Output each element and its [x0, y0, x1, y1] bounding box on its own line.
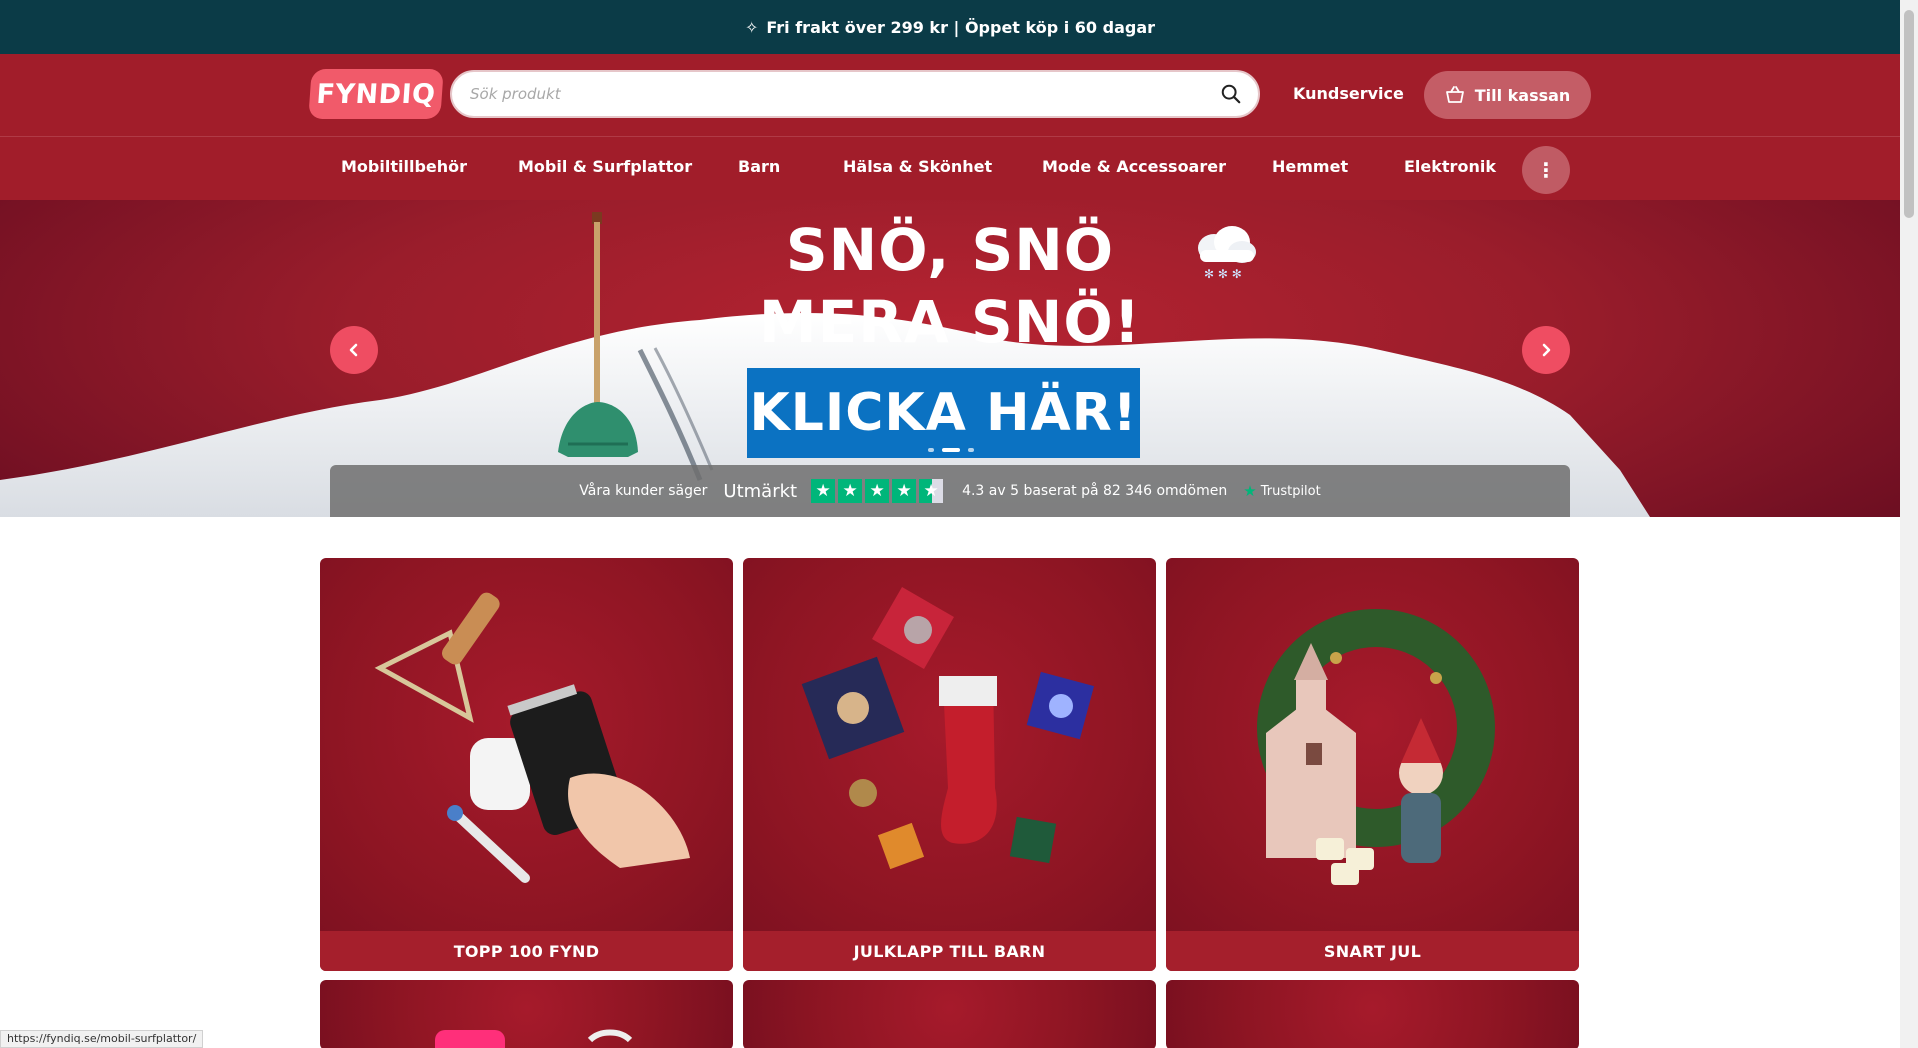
category-card-row2-3[interactable]	[1166, 980, 1579, 1048]
chevron-right-icon	[1542, 343, 1551, 357]
page: ✧ Fri frakt över 299 kr | Öppet köp i 60…	[0, 0, 1918, 1048]
carousel-dots	[924, 448, 984, 454]
trustpilot-rating-word: Utmärkt	[723, 480, 798, 502]
category-card-label: TOPP 100 FYND	[320, 931, 733, 971]
nav-item-barn[interactable]: Barn	[738, 157, 780, 176]
carousel-dot-1[interactable]	[928, 448, 934, 452]
svg-text:✻ ✻ ✻: ✻ ✻ ✻	[1204, 267, 1242, 281]
page-scrollbar[interactable]	[1900, 0, 1918, 1048]
nav-item-mobiltillbehor[interactable]: Mobiltillbehör	[341, 157, 467, 176]
basket-icon	[1445, 86, 1464, 103]
checkout-label: Till kassan	[1474, 85, 1571, 105]
star-icon: ★	[811, 479, 836, 503]
nav-item-mobil-surfplattor[interactable]: Mobil & Surfplattor	[518, 157, 692, 176]
category-card-julklapp-till-barn[interactable]: JULKLAPP TILL BARN	[743, 558, 1156, 971]
snow-cloud-icon: ✻ ✻ ✻	[1198, 226, 1256, 281]
trustpilot-star-icon: ★	[1243, 482, 1257, 500]
site-header: FYNDIQ Kundservice Till kassan Mobiltill…	[0, 54, 1900, 200]
carousel-dot-3[interactable]	[968, 448, 974, 452]
search-bar	[450, 70, 1260, 118]
trustpilot-brand-label: Trustpilot	[1260, 483, 1321, 499]
hero-cta-button[interactable]: KLICKA HÄR!	[747, 368, 1140, 458]
category-card-topp-100-fynd[interactable]: TOPP 100 FYND	[320, 558, 733, 971]
carousel-next-button[interactable]	[1522, 326, 1570, 374]
phone-accessories-image	[435, 1029, 633, 1048]
scrollbar-thumb[interactable]	[1904, 10, 1914, 218]
trustpilot-brand: ★ Trustpilot	[1243, 482, 1320, 500]
fyndiq-logo[interactable]: FYNDIQ	[308, 69, 444, 119]
christmas-decor-image	[1257, 609, 1495, 885]
carousel-dot-2[interactable]	[942, 448, 960, 452]
more-menu-button[interactable]: ⋮	[1522, 146, 1570, 194]
trustpilot-stars: ★ ★ ★ ★ ★	[811, 479, 946, 503]
search-icon[interactable]	[1220, 83, 1242, 105]
nav-item-halsa-skonhet[interactable]: Hälsa & Skönhet	[843, 157, 992, 176]
hero-title-line2: MERA SNÖ!	[758, 288, 1142, 356]
category-card-row2-2[interactable]	[743, 980, 1156, 1048]
carousel-prev-button[interactable]	[330, 326, 378, 374]
chevron-left-icon	[349, 343, 358, 357]
half-star-icon: ★	[919, 479, 944, 503]
category-card-label: SNART JUL	[1166, 931, 1579, 971]
snow-shovel-image	[558, 212, 638, 457]
sparkle-icon: ✧	[744, 17, 759, 37]
star-icon: ★	[892, 479, 917, 503]
customer-service-link[interactable]: Kundservice	[1293, 84, 1404, 103]
christmas-gifts-image	[801, 587, 1095, 870]
category-card-snart-jul[interactable]: SNART JUL	[1166, 558, 1579, 971]
status-url: https://fyndiq.se/mobil-surfplattor/	[0, 1030, 204, 1048]
hero-banner[interactable]: SNÖ, SNÖ MERA SNÖ! ✻ ✻ ✻ KLICKA HÄR! Vår…	[0, 200, 1900, 517]
star-icon: ★	[865, 479, 890, 503]
hero-title: SNÖ, SNÖ MERA SNÖ!	[700, 214, 1200, 358]
gadgets-image	[374, 592, 690, 883]
hero-title-line1: SNÖ, SNÖ	[785, 216, 1115, 284]
star-icon: ★	[838, 479, 863, 503]
nav-item-elektronik[interactable]: Elektronik	[1404, 157, 1496, 176]
search-input[interactable]	[470, 72, 1190, 116]
trustpilot-summary: 4.3 av 5 baserat på 82 346 omdömen	[962, 483, 1228, 499]
checkout-button[interactable]: Till kassan	[1424, 71, 1591, 119]
category-nav: Mobiltillbehör Mobil & Surfplattor Barn …	[0, 136, 1900, 200]
trustpilot-bar[interactable]: Våra kunder säger Utmärkt ★ ★ ★ ★ ★ 4.3 …	[330, 465, 1570, 517]
category-card-label: JULKLAPP TILL BARN	[743, 931, 1156, 971]
announcement-bar: ✧ Fri frakt över 299 kr | Öppet köp i 60…	[0, 0, 1900, 54]
nav-item-hemmet[interactable]: Hemmet	[1272, 157, 1348, 176]
vertical-dots-icon: ⋮	[1536, 158, 1556, 182]
trustpilot-says: Våra kunder säger	[579, 483, 708, 499]
announcement-text: Fri frakt över 299 kr | Öppet köp i 60 d…	[766, 17, 1156, 37]
nav-item-mode-accessoarer[interactable]: Mode & Accessoarer	[1042, 157, 1226, 176]
category-card-row2-1[interactable]	[320, 980, 733, 1048]
